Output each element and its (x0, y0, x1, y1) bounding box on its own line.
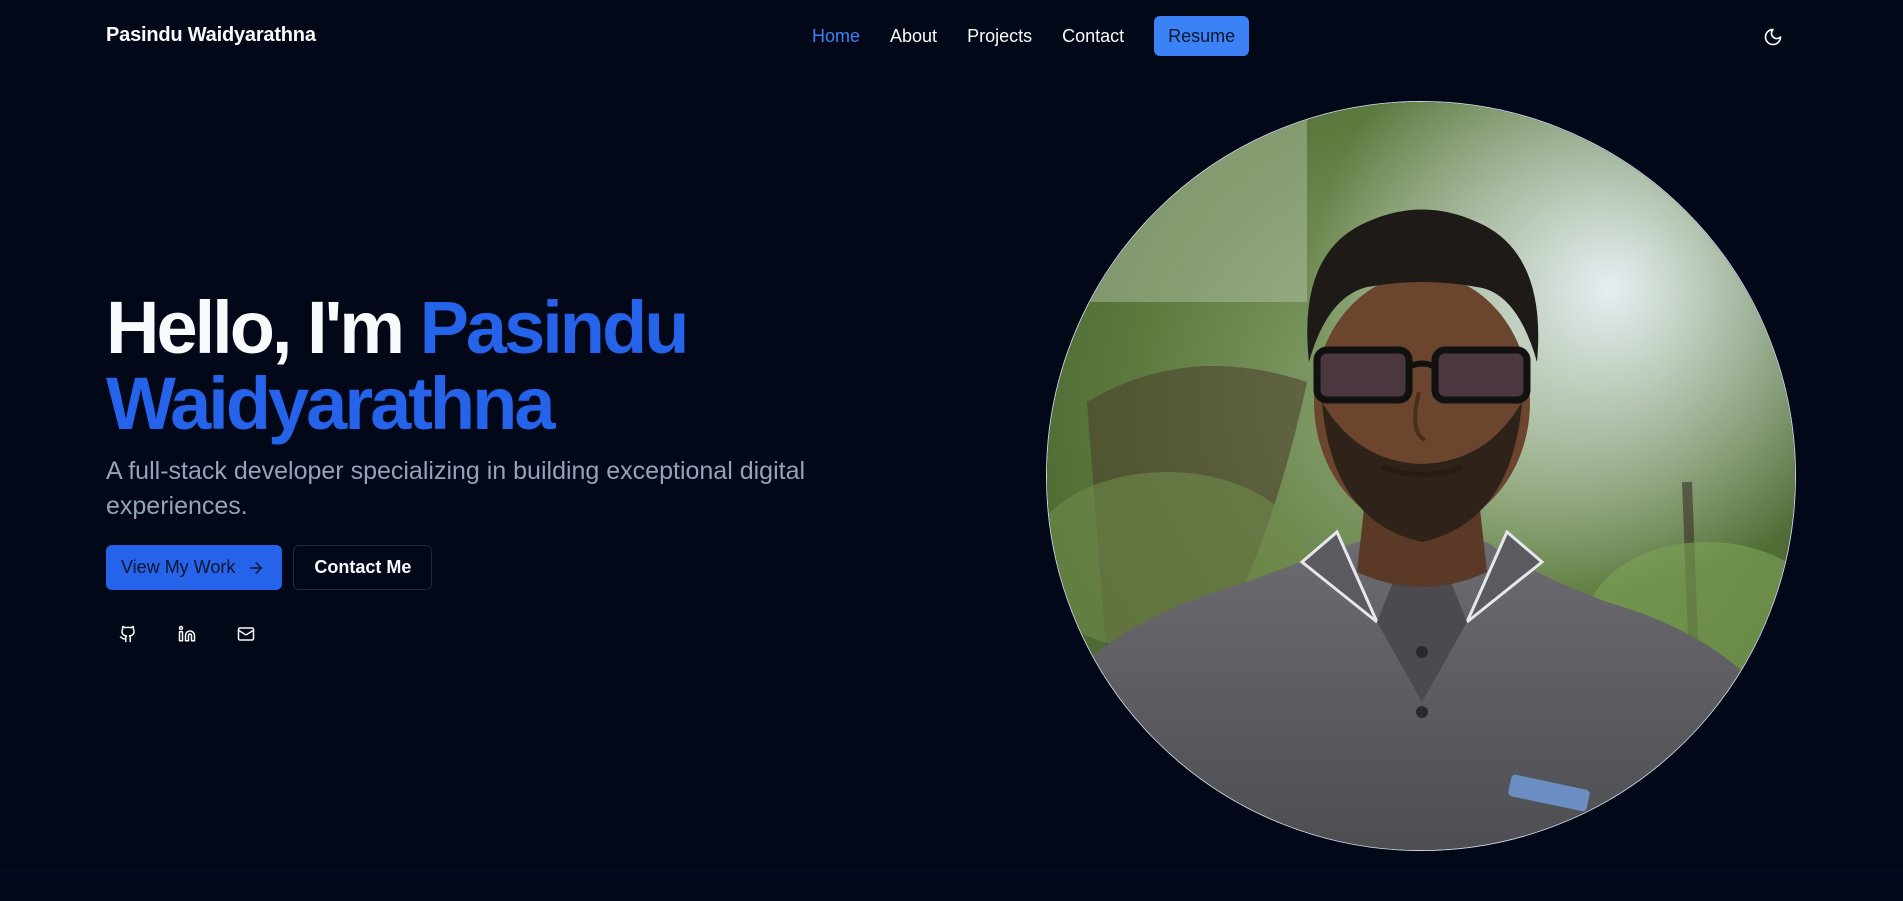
hero-name-first: Pasindu (419, 286, 690, 369)
contact-me-button[interactable]: Contact Me (293, 545, 433, 590)
linkedin-link[interactable] (165, 612, 209, 656)
email-link[interactable] (224, 612, 268, 656)
view-my-work-label: View My Work (121, 557, 236, 577)
hero-section: Hello, I'm Pasindu Waidyarathna A full-st… (106, 290, 826, 656)
brand-name[interactable]: Pasindu Waidyarathna (106, 24, 316, 47)
view-my-work-button[interactable]: View My Work (106, 545, 283, 590)
hero-name-last: Waidyarathna (106, 362, 555, 445)
nav-projects-link[interactable]: Projects (967, 26, 1032, 47)
next-section-edge (0, 868, 1903, 901)
main-nav: Home About Projects Contact Resume (812, 16, 1250, 56)
social-links (114, 612, 826, 656)
nav-about-link[interactable]: About (890, 26, 937, 47)
github-icon (119, 625, 135, 643)
cta-group: View My Work Contact Me (106, 545, 826, 590)
nav-contact-link[interactable]: Contact (1062, 26, 1124, 47)
hero-heading: Hello, I'm Pasindu Waidyarathna (106, 290, 826, 442)
profile-photo (1046, 101, 1796, 851)
hero-subtitle: A full-stack developer specializing in b… (106, 457, 806, 520)
linkedin-icon (178, 625, 196, 642)
hero-greeting: Hello, I'm (106, 286, 420, 369)
profile-photo-illustration (1047, 102, 1795, 850)
arrow-right-icon (250, 561, 263, 574)
moon-icon (1764, 28, 1782, 46)
navbar: Pasindu Waidyarathna Home About Projects… (0, 0, 1903, 72)
resume-button[interactable]: Resume (1154, 16, 1250, 56)
mail-icon (237, 627, 255, 641)
github-link[interactable] (106, 612, 150, 656)
nav-home-link[interactable]: Home (812, 26, 860, 47)
theme-toggle-button[interactable] (1760, 24, 1786, 50)
